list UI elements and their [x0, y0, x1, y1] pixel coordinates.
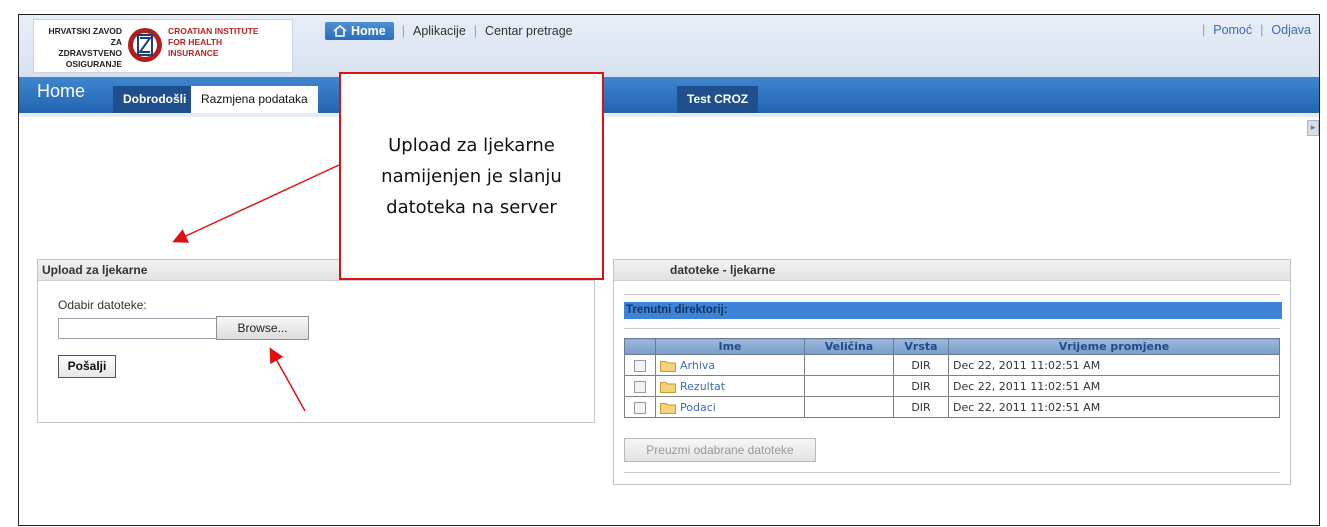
file-name-link[interactable]: Rezultat	[680, 380, 725, 393]
files-table: Ime Veličina Vrsta Vrijeme promjene Arhi…	[624, 338, 1280, 418]
nav-separator: |	[473, 24, 478, 38]
home-button[interactable]: Home	[325, 22, 394, 40]
user-navigation: | Pomoć | Odjava	[1194, 23, 1311, 37]
header-checkbox-cell	[624, 338, 656, 355]
nav-separator: |	[1260, 23, 1264, 37]
callout-line: Upload za ljekarne	[388, 134, 555, 156]
browser-page: HRVATSKI ZAVOD ZA ZDRAVSTVENO OSIGURANJE…	[18, 14, 1320, 526]
file-modified: Dec 22, 2011 11:02:51 AM	[948, 396, 1280, 418]
column-header-type[interactable]: Vrsta	[893, 338, 949, 355]
file-type: DIR	[893, 375, 949, 397]
checkbox-icon[interactable]	[634, 401, 646, 414]
file-modified: Dec 22, 2011 11:02:51 AM	[948, 354, 1280, 376]
help-link[interactable]: Pomoć	[1213, 23, 1252, 37]
callout-text: Upload za ljekarne namijenjen je slanju …	[381, 130, 562, 223]
table-header-row: Ime Veličina Vrsta Vrijeme promjene	[624, 338, 1280, 355]
callout-line: datoteka na server	[386, 196, 557, 218]
divider	[624, 472, 1280, 473]
table-row: Arhiva DIR Dec 22, 2011 11:02:51 AM	[624, 354, 1280, 376]
annotation-callout: Upload za ljekarne namijenjen je slanju …	[339, 72, 604, 280]
checkbox-icon[interactable]	[634, 359, 646, 372]
home-icon	[333, 25, 347, 37]
folder-icon	[660, 381, 676, 393]
file-size	[804, 354, 894, 376]
logo-text-english: CROATIAN INSTITUTE FOR HEALTH INSURANCE	[168, 26, 259, 59]
logo-line: CROATIAN INSTITUTE	[168, 26, 259, 36]
file-name-link[interactable]: Arhiva	[680, 359, 715, 372]
checkbox-icon[interactable]	[634, 380, 646, 393]
table-row: Podaci DIR Dec 22, 2011 11:02:51 AM	[624, 396, 1280, 418]
send-button[interactable]: Pošalji	[58, 355, 116, 378]
file-name-link[interactable]: Podaci	[680, 401, 716, 414]
logo-line: FOR HEALTH	[168, 37, 223, 47]
logo-line: HRVATSKI ZAVOD ZA	[48, 26, 122, 47]
tab-test-croz[interactable]: Test CROZ	[677, 86, 759, 113]
logo-line: INSURANCE	[168, 48, 219, 58]
section-title: Home	[37, 81, 86, 101]
emblem-icon	[128, 28, 162, 62]
divider	[624, 294, 1280, 295]
file-type: DIR	[893, 354, 949, 376]
table-row: Rezultat DIR Dec 22, 2011 11:02:51 AM	[624, 375, 1280, 397]
browse-button[interactable]: Browse...	[216, 316, 309, 340]
files-panel: datoteke - ljekarne Trenutni direktorij:…	[613, 259, 1291, 485]
content-divider	[19, 113, 1319, 117]
tab-razmjena-podataka[interactable]: Razmjena podataka	[191, 86, 318, 113]
callout-line: namijenjen je slanju	[381, 165, 562, 187]
file-size	[804, 396, 894, 418]
file-path-input[interactable]	[58, 318, 218, 339]
logo-line: ZDRAVSTVENO	[58, 48, 122, 58]
nav-link-centar-pretrage[interactable]: Centar pretrage	[485, 24, 573, 38]
column-header-name[interactable]: Ime	[655, 338, 805, 355]
column-header-modified[interactable]: Vrijeme promjene	[948, 338, 1280, 355]
arrow-to-upload-panel	[172, 164, 340, 243]
hzzo-logo[interactable]: HRVATSKI ZAVOD ZA ZDRAVSTVENO OSIGURANJE…	[33, 19, 293, 73]
tab-dobrodosli[interactable]: Dobrodošli	[113, 86, 197, 113]
file-size	[804, 375, 894, 397]
download-selected-button[interactable]: Preuzmi odabrane datoteke	[624, 438, 816, 462]
column-header-size[interactable]: Veličina	[804, 338, 894, 355]
nav-separator: |	[1201, 23, 1206, 37]
logo-line: OSIGURANJE	[65, 59, 122, 69]
top-navigation: Home | Aplikacije | Centar pretrage	[325, 21, 573, 41]
current-directory-bar: Trenutni direktorij:	[624, 302, 1282, 319]
tab-bar: Home Dobrodošli Razmjena podataka Test C…	[19, 77, 1319, 113]
logout-link[interactable]: Odjava	[1271, 23, 1311, 37]
collapse-arrow-icon[interactable]: ▸	[1307, 120, 1319, 136]
nav-link-aplikacije[interactable]: Aplikacije	[413, 24, 466, 38]
home-button-label: Home	[351, 24, 386, 38]
divider	[624, 328, 1280, 329]
file-type: DIR	[893, 396, 949, 418]
file-select-label: Odabir datoteke:	[58, 298, 147, 312]
file-modified: Dec 22, 2011 11:02:51 AM	[948, 375, 1280, 397]
folder-icon	[660, 360, 676, 372]
upload-panel: Upload za ljekarne Odabir datoteke: Brow…	[37, 259, 595, 423]
files-panel-title: datoteke - ljekarne	[614, 260, 1290, 281]
header: HRVATSKI ZAVOD ZA ZDRAVSTVENO OSIGURANJE…	[19, 15, 1319, 77]
logo-text-croatian: HRVATSKI ZAVOD ZA ZDRAVSTVENO OSIGURANJE	[36, 26, 122, 70]
nav-separator: |	[401, 24, 405, 38]
folder-icon	[660, 402, 676, 414]
